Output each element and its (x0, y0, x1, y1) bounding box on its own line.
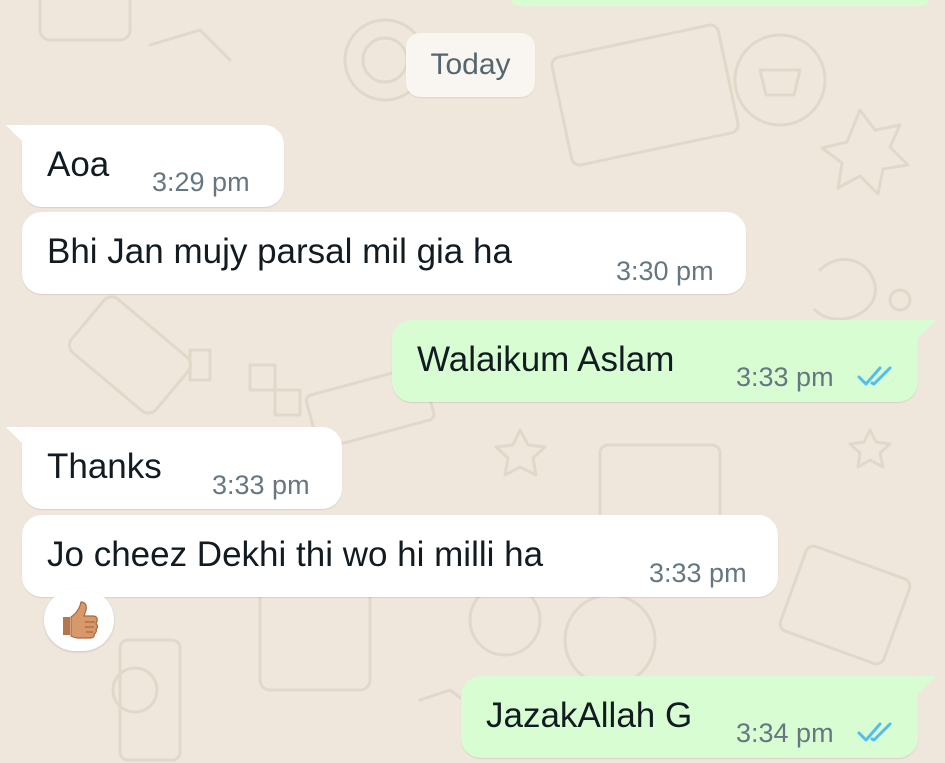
message-timestamp: 3:34 pm (736, 718, 834, 748)
thumbs-up-icon (63, 601, 99, 639)
bubble-tail (6, 125, 24, 143)
message-timestamp: 3:30 pm (616, 256, 714, 286)
thumbs-up-reaction[interactable] (44, 589, 114, 651)
double-check-read-icon (857, 722, 892, 742)
outgoing-message-bubble[interactable]: Walaikum Aslam 3:33 pm (392, 320, 918, 402)
message-text: Aoa (47, 145, 110, 184)
message-timestamp: 3:33 pm (212, 470, 310, 500)
message-text: Walaikum Aslam (417, 340, 675, 379)
incoming-message-bubble[interactable]: Bhi Jan mujy parsal mil gia ha 3:30 pm (22, 212, 746, 294)
date-separator: Today (406, 33, 535, 97)
incoming-message-bubble[interactable]: Aoa 3:29 pm (22, 125, 284, 207)
incoming-message-bubble[interactable]: Jo cheez Dekhi thi wo hi milli ha 3:33 p… (22, 515, 778, 597)
double-check-read-icon (857, 366, 892, 386)
bubble-tail (918, 676, 936, 694)
message-text: Jo cheez Dekhi thi wo hi milli ha (47, 535, 544, 574)
message-timestamp: 3:33 pm (736, 362, 834, 392)
incoming-message-bubble[interactable]: Thanks 3:33 pm (22, 427, 342, 509)
previous-message-bubble (510, 0, 930, 6)
message-text: JazakAllah G (486, 696, 693, 735)
message-text: Thanks (47, 447, 162, 486)
bubble-tail (918, 320, 936, 338)
message-timestamp: 3:33 pm (649, 558, 747, 588)
outgoing-message-bubble[interactable]: JazakAllah G 3:34 pm (461, 676, 918, 758)
message-timestamp: 3:29 pm (152, 167, 250, 197)
bubble-tail (6, 427, 24, 445)
message-text: Bhi Jan mujy parsal mil gia ha (47, 232, 512, 271)
